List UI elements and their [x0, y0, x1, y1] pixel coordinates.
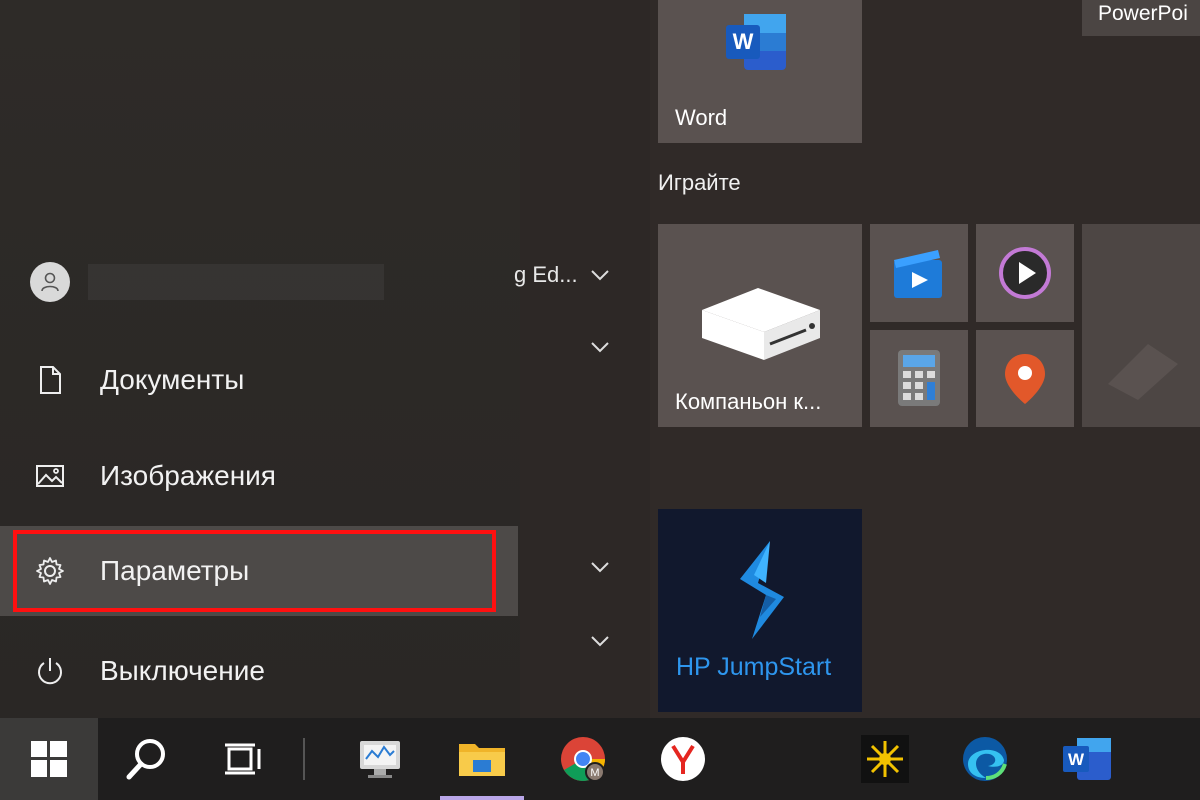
search-button[interactable] — [110, 718, 182, 800]
console-icon — [702, 288, 820, 360]
power-label: Выключение — [100, 655, 265, 686]
svg-text:W: W — [1068, 750, 1085, 769]
user-name — [88, 264, 384, 300]
powerpoint-tile-label: PowerPoi — [1098, 2, 1188, 25]
large-tile-partial[interactable] — [1082, 224, 1200, 427]
task-view-icon — [225, 743, 261, 775]
file-explorer-button[interactable] — [440, 718, 524, 800]
word-taskbar-button[interactable]: W — [1052, 718, 1122, 800]
monitor-chart-icon — [360, 741, 400, 778]
pictures-icon — [36, 465, 64, 487]
yandex-browser-icon — [661, 737, 705, 781]
movies-tv-icon — [894, 250, 942, 298]
starburst-app-icon — [861, 735, 909, 783]
chevron-down-icon[interactable] — [590, 340, 610, 354]
search-icon — [126, 739, 165, 780]
resource-monitor-button[interactable] — [348, 718, 412, 800]
word-tile-label: Word — [675, 105, 728, 130]
edge-button[interactable] — [950, 718, 1020, 800]
documents-item[interactable]: Документы — [0, 335, 518, 425]
yandex-browser-button[interactable] — [648, 718, 718, 800]
groove-music-tile[interactable] — [976, 224, 1074, 322]
word-tile[interactable]: W Word — [658, 0, 862, 143]
windows-logo-icon — [31, 741, 67, 777]
user-icon — [41, 272, 59, 292]
edge-icon — [963, 737, 1007, 781]
avatar[interactable] — [30, 262, 70, 302]
movies-tv-tile[interactable] — [870, 224, 968, 322]
maps-tile[interactable] — [976, 330, 1074, 427]
svg-text:W: W — [733, 29, 754, 54]
chevron-down-icon[interactable] — [590, 634, 610, 648]
chevron-down-icon[interactable] — [590, 268, 610, 282]
pictures-label: Изображения — [100, 460, 276, 491]
svg-text:M: M — [590, 767, 599, 779]
task-view-button[interactable] — [210, 718, 276, 800]
active-app-indicator — [440, 796, 524, 800]
calculator-icon — [898, 350, 940, 406]
powerpoint-tile[interactable]: PowerPoi — [1082, 0, 1200, 36]
word-icon: W — [1063, 738, 1111, 780]
word-logo-icon: W — [726, 14, 786, 70]
map-pin-icon — [1005, 354, 1045, 404]
power-item[interactable]: Выключение — [0, 626, 518, 716]
pinned-app-button[interactable] — [852, 718, 918, 800]
hp-jumpstart-label: HP JumpStart — [676, 653, 832, 681]
chrome-icon: M — [561, 737, 605, 782]
app-list-partial-label[interactable]: g Ed... — [514, 262, 578, 288]
user-account-row[interactable] — [30, 262, 390, 302]
taskbar-separator — [303, 738, 305, 780]
pictures-item[interactable]: Изображения — [0, 431, 518, 521]
document-icon — [40, 366, 61, 394]
documents-label: Документы — [100, 364, 245, 395]
app-list-strip — [520, 0, 650, 718]
hp-jumpstart-tile[interactable]: HP JumpStart — [658, 509, 862, 712]
folder-icon — [459, 744, 505, 776]
tile-placeholder-icon — [1108, 344, 1178, 400]
companion-tile-label: Компаньон к... — [675, 389, 822, 414]
hp-jumpstart-logo-icon — [740, 541, 784, 639]
power-icon — [38, 658, 62, 685]
start-button[interactable] — [0, 718, 98, 800]
highlight-frame — [13, 530, 496, 612]
group-header[interactable]: Играйте — [658, 170, 741, 196]
calculator-tile[interactable] — [870, 330, 968, 427]
companion-tile[interactable]: Компаньон к... — [658, 224, 862, 427]
taskbar: M W — [0, 718, 1200, 800]
chrome-button[interactable]: M — [548, 718, 618, 800]
play-circle-icon — [999, 247, 1051, 299]
chevron-down-icon[interactable] — [590, 560, 610, 574]
